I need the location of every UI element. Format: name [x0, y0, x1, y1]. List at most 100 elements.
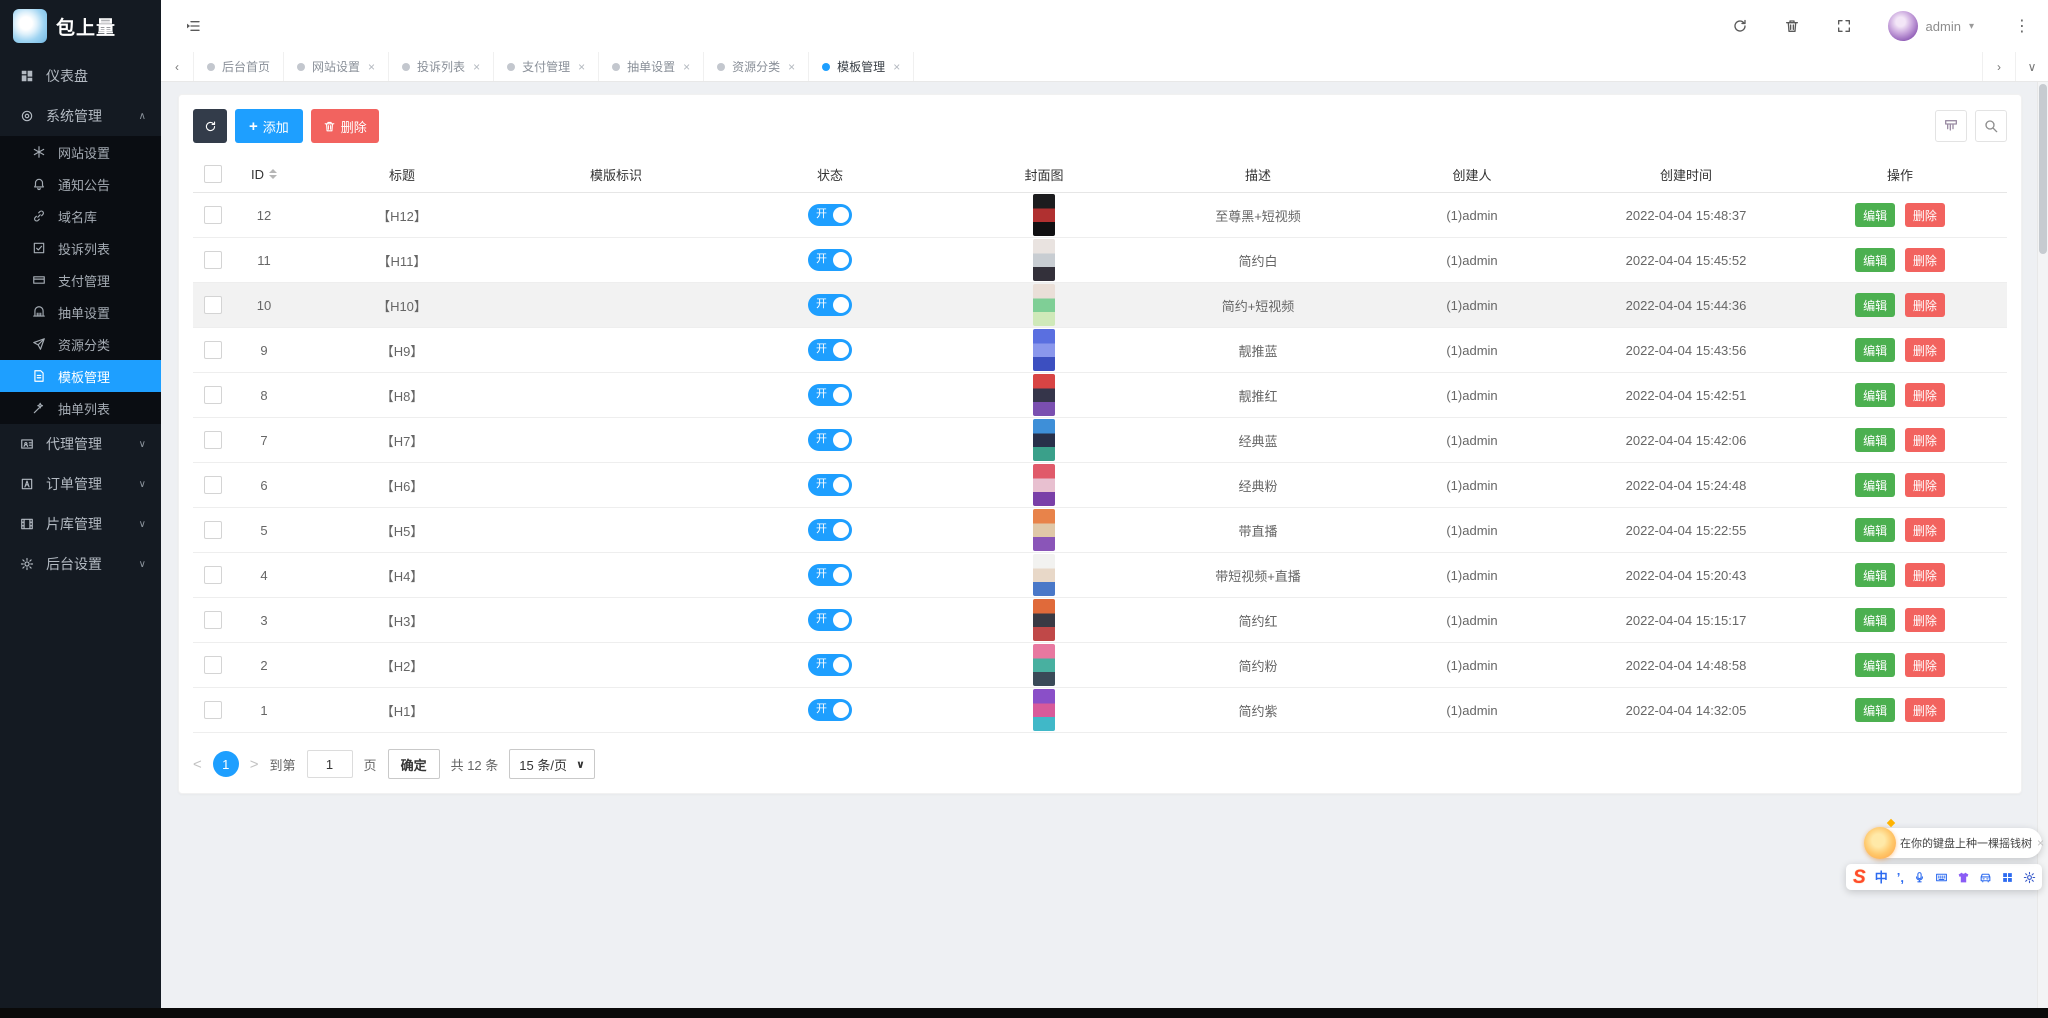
row-delete-button[interactable]: 删除 [1904, 203, 1945, 227]
row-checkbox[interactable] [204, 296, 222, 314]
edit-button[interactable]: 编辑 [1855, 248, 1896, 272]
sidebar-item-agent-management[interactable]: 代理管理 ∨ [0, 424, 161, 464]
ime-tooltip-close-icon[interactable]: × [2037, 836, 2044, 850]
tab-close-icon[interactable]: × [473, 60, 480, 74]
status-toggle[interactable]: 开 [808, 519, 852, 541]
cover-thumbnail[interactable] [1033, 464, 1055, 506]
row-delete-button[interactable]: 删除 [1904, 563, 1945, 587]
cover-thumbnail[interactable] [1033, 374, 1055, 416]
status-toggle[interactable]: 开 [808, 564, 852, 586]
edit-button[interactable]: 编辑 [1855, 203, 1896, 227]
row-checkbox[interactable] [204, 611, 222, 629]
status-toggle[interactable]: 开 [808, 699, 852, 721]
page-size-select[interactable]: 15 条/页 ∨ [509, 749, 595, 779]
cover-thumbnail[interactable] [1033, 194, 1055, 236]
edit-button[interactable]: 编辑 [1855, 428, 1896, 452]
tab-close-icon[interactable]: × [683, 60, 690, 74]
scrollbar-thumb[interactable] [2039, 84, 2047, 254]
tab-close-icon[interactable]: × [893, 60, 900, 74]
status-toggle[interactable]: 开 [808, 474, 852, 496]
cover-thumbnail[interactable] [1033, 689, 1055, 731]
sidebar-item-draw-list[interactable]: 抽单列表 [0, 392, 161, 424]
row-delete-button[interactable]: 删除 [1904, 383, 1945, 407]
refresh-table-button[interactable] [193, 109, 227, 143]
ime-punctuation-toggle[interactable]: ’, [1897, 871, 1904, 884]
row-delete-button[interactable]: 删除 [1904, 428, 1945, 452]
row-checkbox[interactable] [204, 431, 222, 449]
tab-后台首页[interactable]: 后台首页 [194, 52, 285, 81]
row-delete-button[interactable]: 删除 [1904, 653, 1945, 677]
status-toggle[interactable]: 开 [808, 249, 852, 271]
cover-thumbnail[interactable] [1033, 284, 1055, 326]
edit-button[interactable]: 编辑 [1855, 608, 1896, 632]
tab-网站设置[interactable]: 网站设置 × [284, 52, 390, 81]
status-toggle[interactable]: 开 [808, 204, 852, 226]
sun-icon[interactable] [1864, 818, 1896, 859]
row-delete-button[interactable]: 删除 [1904, 518, 1945, 542]
add-button[interactable]: + 添加 [235, 109, 303, 143]
columns-filter-button[interactable] [1935, 110, 1967, 142]
clear-cache-icon[interactable] [1784, 18, 1800, 34]
user-menu[interactable]: admin ▾ [1887, 11, 1974, 41]
sidebar-item-domain-library[interactable]: 域名库 [0, 200, 161, 232]
edit-button[interactable]: 编辑 [1855, 653, 1896, 677]
sidebar-item-complaint-list[interactable]: 投诉列表 [0, 232, 161, 264]
row-delete-button[interactable]: 删除 [1904, 473, 1945, 497]
edit-button[interactable]: 编辑 [1855, 473, 1896, 497]
fullscreen-icon[interactable] [1836, 18, 1852, 34]
tab-close-icon[interactable]: × [578, 60, 585, 74]
tabs-menu-caret[interactable]: ∨ [2015, 52, 2048, 81]
tab-支付管理[interactable]: 支付管理 × [494, 52, 600, 81]
sidebar-item-draw-settings[interactable]: 抽单设置 [0, 296, 161, 328]
row-checkbox[interactable] [204, 341, 222, 359]
edit-button[interactable]: 编辑 [1855, 563, 1896, 587]
settings-gear-icon[interactable] [2023, 871, 2036, 884]
tab-抽单设置[interactable]: 抽单设置 × [599, 52, 705, 81]
row-checkbox[interactable] [204, 386, 222, 404]
sidebar-item-system-management[interactable]: 系统管理 ∧ [0, 96, 161, 136]
sidebar-collapse-icon[interactable] [185, 18, 201, 34]
sort-icon[interactable] [269, 169, 277, 179]
batch-delete-button[interactable]: 删除 [310, 109, 379, 143]
ime-lang-toggle[interactable]: 中 [1875, 871, 1888, 884]
row-delete-button[interactable]: 删除 [1904, 698, 1945, 722]
next-page-icon[interactable]: > [250, 756, 259, 773]
tab-close-icon[interactable]: × [788, 60, 795, 74]
select-all-checkbox[interactable] [204, 165, 222, 183]
refresh-icon[interactable] [1732, 18, 1748, 34]
edit-button[interactable]: 编辑 [1855, 338, 1896, 362]
edit-button[interactable]: 编辑 [1855, 698, 1896, 722]
current-page-button[interactable]: 1 [212, 751, 239, 777]
row-checkbox[interactable] [204, 521, 222, 539]
row-delete-button[interactable]: 删除 [1904, 608, 1945, 632]
goto-confirm-button[interactable]: 确定 [387, 749, 440, 779]
status-toggle[interactable]: 开 [808, 429, 852, 451]
tabs-scroll-right[interactable]: › [1982, 52, 2015, 81]
sidebar-item-dashboard[interactable]: 仪表盘 [0, 56, 161, 96]
prev-page-icon[interactable]: < [193, 756, 202, 773]
tab-close-icon[interactable]: × [368, 60, 375, 74]
sidebar-item-template-management[interactable]: 模板管理 [0, 360, 161, 392]
cover-thumbnail[interactable] [1033, 554, 1055, 596]
edit-button[interactable]: 编辑 [1855, 518, 1896, 542]
row-checkbox[interactable] [204, 476, 222, 494]
edit-button[interactable]: 编辑 [1855, 293, 1896, 317]
status-toggle[interactable]: 开 [808, 294, 852, 316]
tab-投诉列表[interactable]: 投诉列表 × [389, 52, 495, 81]
cover-thumbnail[interactable] [1033, 239, 1055, 281]
cover-thumbnail[interactable] [1033, 599, 1055, 641]
keyboard-icon[interactable] [1935, 871, 1948, 884]
row-checkbox[interactable] [204, 566, 222, 584]
sidebar-item-notice[interactable]: 通知公告 [0, 168, 161, 200]
cover-thumbnail[interactable] [1033, 644, 1055, 686]
microphone-icon[interactable] [1913, 871, 1926, 884]
row-checkbox[interactable] [204, 206, 222, 224]
sidebar-item-order-management[interactable]: 订单管理 ∨ [0, 464, 161, 504]
sidebar-item-resource-category[interactable]: 资源分类 [0, 328, 161, 360]
goto-page-input[interactable] [306, 750, 353, 778]
row-checkbox[interactable] [204, 251, 222, 269]
row-checkbox[interactable] [204, 656, 222, 674]
toolbox-icon[interactable] [1979, 871, 1992, 884]
cover-thumbnail[interactable] [1033, 419, 1055, 461]
tabs-scroll-left[interactable]: ‹ [161, 52, 194, 81]
